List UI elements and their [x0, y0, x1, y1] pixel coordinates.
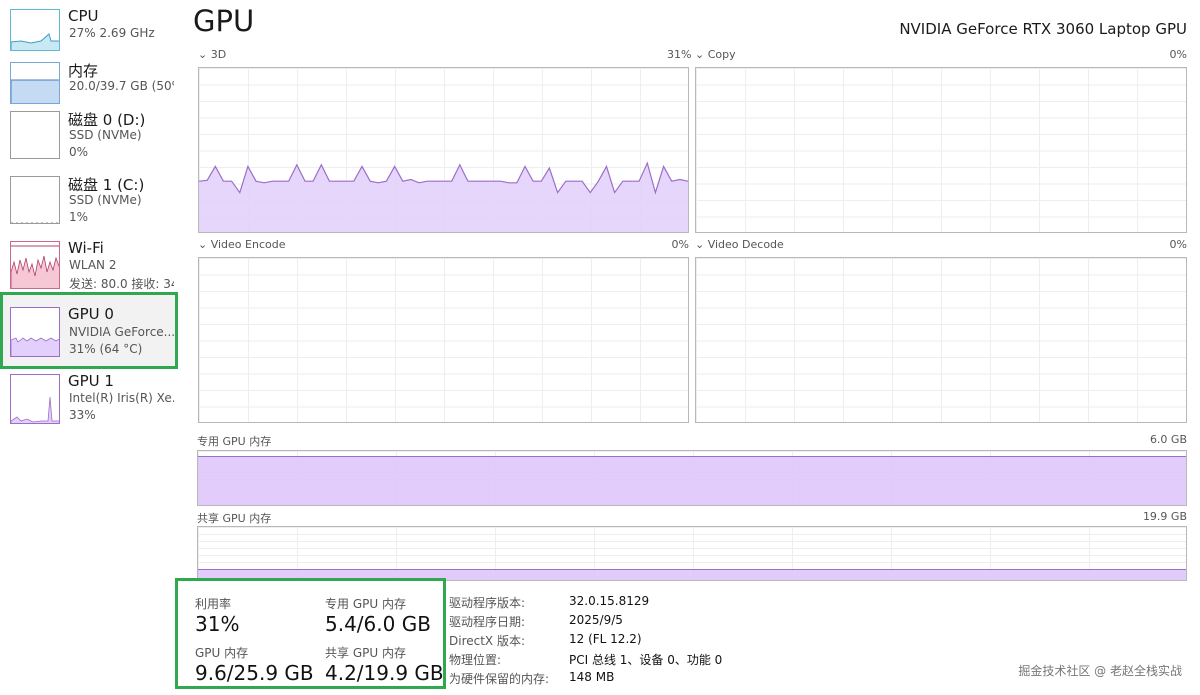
shared-memory-stat-label: 共享 GPU 内存	[325, 644, 406, 661]
sidebar-item-detail: 20.0/39.7 GB (50%)	[69, 79, 174, 93]
sidebar-item-title: GPU 1	[68, 372, 114, 390]
engine-value: 0%	[1165, 238, 1187, 251]
sidebar-item-detail: SSD (NVMe)	[69, 193, 174, 207]
physical-location-label: 物理位置:	[449, 651, 501, 668]
gpu-memory-stat-label: GPU 内存	[195, 644, 248, 661]
driver-date-value: 2025/9/5	[569, 613, 623, 627]
memory-graph-thumbnail	[10, 62, 60, 104]
sidebar-item-disk-0[interactable]: 磁盘 0 (D:) SSD (NVMe) 0%	[0, 107, 178, 173]
chevron-down-icon: ⌄	[695, 238, 704, 251]
page-title: GPU	[193, 4, 254, 38]
disk-graph-thumbnail	[10, 176, 60, 224]
sidebar-item-value: 发送: 80.0 接收: 34	[69, 275, 174, 292]
sidebar-item-title: CPU	[68, 7, 99, 25]
sidebar-item-title: GPU 0	[68, 305, 114, 323]
dedicated-memory-stat-value: 5.4/6.0 GB	[325, 612, 431, 636]
shared-memory-label: 共享 GPU 内存	[197, 510, 271, 526]
dedicated-memory-max: 6.0 GB	[1150, 433, 1187, 446]
physical-location-value: PCI 总线 1、设备 0、功能 0	[569, 651, 722, 668]
dedicated-memory-stat-label: 专用 GPU 内存	[325, 595, 406, 612]
wifi-graph-thumbnail	[10, 241, 60, 289]
sidebar-item-title: 磁盘 1 (C:)	[68, 174, 144, 195]
gpu-memory-stat-value: 9.6/25.9 GB	[195, 661, 314, 685]
gpu-graph-thumbnail	[10, 374, 60, 424]
sidebar-item-value: 0%	[69, 145, 174, 159]
engine-selector-copy[interactable]: ⌄ Copy	[695, 48, 736, 61]
shared-memory-chart	[197, 526, 1187, 581]
dedicated-memory-label: 专用 GPU 内存	[197, 433, 271, 449]
watermark: 掘金技术社区 @ 老赵全栈实战	[1018, 662, 1182, 679]
engine-label: Video Encode	[211, 238, 286, 251]
gpu-device-name: NVIDIA GeForce RTX 3060 Laptop GPU	[899, 20, 1187, 38]
sidebar-item-detail: NVIDIA GeForce...	[69, 325, 174, 339]
sidebar-item-gpu-1[interactable]: GPU 1 Intel(R) Iris(R) Xe... 33%	[0, 370, 178, 436]
sidebar-item-detail: Intel(R) Iris(R) Xe...	[69, 391, 174, 405]
engine-label: Copy	[708, 48, 736, 61]
video-decode-usage-chart	[695, 257, 1187, 423]
sidebar-item-title: 磁盘 0 (D:)	[68, 109, 145, 130]
sidebar-item-detail: SSD (NVMe)	[69, 128, 174, 142]
sidebar-item-value: 1%	[69, 210, 174, 224]
hardware-reserved-memory-value: 148 MB	[569, 670, 614, 684]
driver-version-value: 32.0.15.8129	[569, 594, 649, 608]
dedicated-memory-fill	[198, 456, 1186, 505]
driver-date-label: 驱动程序日期:	[449, 613, 525, 630]
sidebar-item-detail: WLAN 2	[69, 258, 174, 272]
engine-value: 0%	[667, 238, 689, 251]
gpu-graph-thumbnail	[10, 307, 60, 357]
hardware-reserved-memory-label: 为硬件保留的内存:	[449, 670, 549, 687]
3d-usage-chart	[198, 67, 689, 233]
disk-graph-thumbnail	[10, 111, 60, 159]
engine-value: 0%	[1165, 48, 1187, 61]
shared-memory-stat-value: 4.2/19.9 GB	[325, 661, 444, 685]
engine-selector-3d[interactable]: ⌄ 3D	[198, 48, 226, 61]
sidebar-item-title: 内存	[68, 60, 98, 81]
engine-value: 31%	[667, 48, 689, 61]
engine-label: 3D	[211, 48, 226, 61]
3d-usage-area	[199, 163, 688, 232]
chevron-down-icon: ⌄	[198, 48, 207, 61]
sidebar-item-title: Wi-Fi	[68, 239, 104, 257]
shared-memory-max: 19.9 GB	[1143, 510, 1187, 523]
copy-usage-chart	[695, 67, 1187, 233]
stats-panel: 利用率 31% 专用 GPU 内存 5.4/6.0 GB GPU 内存 9.6/…	[175, 578, 446, 689]
cpu-graph-thumbnail	[10, 9, 60, 51]
dedicated-memory-chart	[197, 450, 1187, 506]
chevron-down-icon: ⌄	[198, 238, 207, 251]
sidebar-item-disk-1[interactable]: 磁盘 1 (C:) SSD (NVMe) 1%	[0, 172, 178, 238]
driver-version-label: 驱动程序版本:	[449, 594, 525, 611]
chevron-down-icon: ⌄	[695, 48, 704, 61]
utilization-label: 利用率	[195, 595, 231, 612]
sidebar-item-detail: 27% 2.69 GHz	[69, 26, 174, 40]
sidebar-item-gpu-0[interactable]: GPU 0 NVIDIA GeForce... 31% (64 °C)	[0, 292, 178, 369]
video-encode-usage-chart	[198, 257, 689, 423]
engine-selector-video-encode[interactable]: ⌄ Video Encode	[198, 238, 285, 251]
directx-version-value: 12 (FL 12.2)	[569, 632, 642, 646]
utilization-value: 31%	[195, 612, 239, 636]
sidebar-item-value: 31% (64 °C)	[69, 342, 174, 356]
engine-label: Video Decode	[708, 238, 784, 251]
engine-selector-video-decode[interactable]: ⌄ Video Decode	[695, 238, 784, 251]
directx-version-label: DirectX 版本:	[449, 632, 525, 649]
sidebar-item-value: 33%	[69, 408, 174, 422]
